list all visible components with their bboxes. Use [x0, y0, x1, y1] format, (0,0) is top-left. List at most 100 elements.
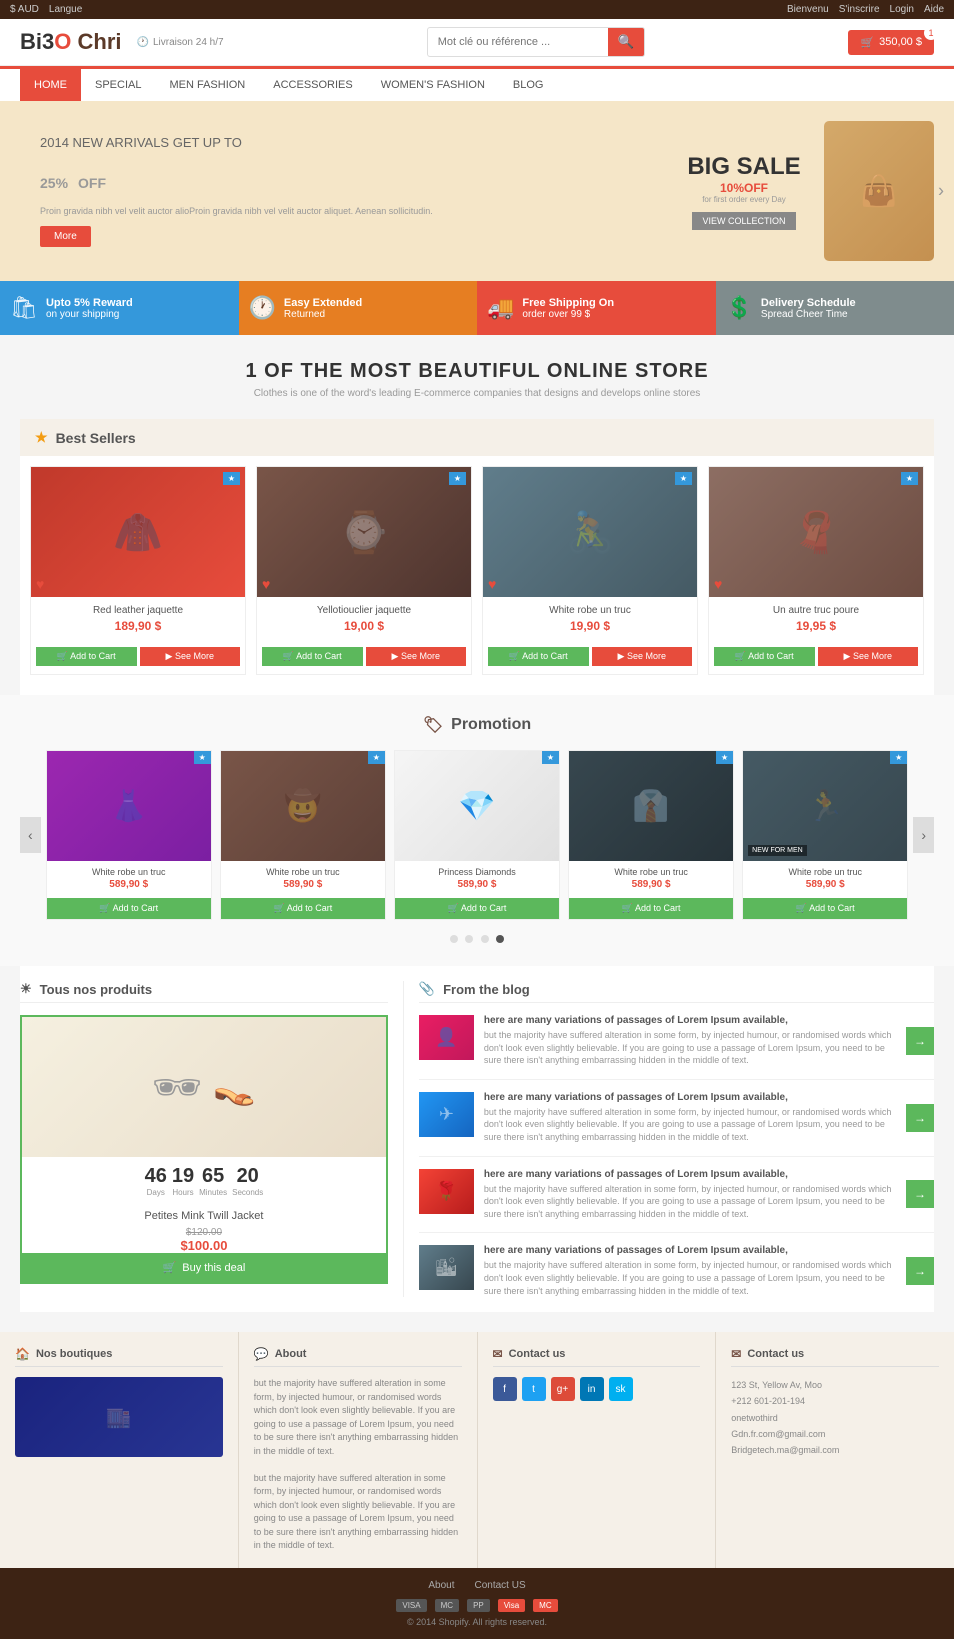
promo-add-cart-button[interactable]: 🛒 Add to Cart: [743, 898, 907, 919]
dot-1[interactable]: [450, 935, 458, 943]
promo-add-cart-button[interactable]: 🛒 Add to Cart: [221, 898, 385, 919]
product-info: Un autre truc poure 19,95 $: [709, 597, 923, 647]
search-input[interactable]: [428, 31, 608, 53]
product-name: Red leather jaquette: [39, 605, 237, 616]
nos-produits-section: ☀ Tous nos produits 🕶 👡 46 Days 19 Hours: [20, 981, 404, 1297]
signin-link[interactable]: S'inscrire: [839, 4, 880, 15]
product-name: Un autre truc poure: [717, 605, 915, 616]
carousel-next-button[interactable]: ›: [913, 817, 934, 853]
blog-read-more-button[interactable]: →: [906, 1027, 934, 1055]
promo-add-cart-button[interactable]: 🛒 Add to Cart: [569, 898, 733, 919]
nav-blog[interactable]: BLOG: [499, 69, 558, 101]
promo-price: 589,90 $: [749, 879, 901, 890]
product-image: ⌚ ★ ♥: [257, 467, 471, 597]
blog-title: here are many variations of passages of …: [484, 1169, 896, 1180]
feature-reward: 🛍 Upto 5% Rewardon your shipping: [0, 281, 239, 335]
top-bar-left: $ AUD Langue: [10, 4, 82, 15]
add-to-cart-button[interactable]: 🛒 Add to Cart: [488, 647, 589, 666]
facebook-icon[interactable]: f: [493, 1377, 517, 1401]
blog-text: but the majority have suffered alteratio…: [484, 1183, 896, 1221]
blog-read-more-button[interactable]: →: [906, 1180, 934, 1208]
login-link[interactable]: Login: [890, 4, 914, 15]
feature-shipping: 🚚 Free Shipping Onorder over 99 $: [477, 281, 716, 335]
feature-delivery-text: Delivery ScheduleSpread Cheer Time: [761, 297, 856, 320]
search-button[interactable]: 🔍: [608, 28, 645, 56]
see-more-button[interactable]: ▶ See More: [140, 647, 241, 666]
blog-text: but the majority have suffered alteratio…: [484, 1259, 896, 1297]
promo-info: White robe un truc 589,90 $: [47, 861, 211, 898]
deal-name: Petites Mink Twill Jacket: [22, 1205, 386, 1227]
add-to-cart-button[interactable]: 🛒 Add to Cart: [36, 647, 137, 666]
promo-badge: ★: [890, 751, 907, 764]
home-icon: 🏠: [15, 1347, 30, 1361]
timer-hours: 19 Hours: [172, 1165, 194, 1197]
product-card: ⌚ ★ ♥ Yellotiouclier jaquette 19,00 $ 🛒 …: [256, 466, 472, 675]
promo-image: ★ 👔: [569, 751, 733, 861]
middle-sections: ☀ Tous nos produits 🕶 👡 46 Days 19 Hours: [20, 966, 934, 1312]
promo-add-cart-button[interactable]: 🛒 Add to Cart: [47, 898, 211, 919]
footer-contact-title: Contact us: [509, 1348, 566, 1360]
nav-special[interactable]: SPECIAL: [81, 69, 155, 101]
promo-add-cart-button[interactable]: 🛒 Add to Cart: [395, 898, 559, 919]
search-bar: 🔍: [427, 27, 646, 57]
add-to-cart-button[interactable]: 🛒 Add to Cart: [262, 647, 363, 666]
footer-about-link[interactable]: About: [428, 1580, 454, 1591]
see-more-button[interactable]: ▶ See More: [592, 647, 693, 666]
add-to-cart-button[interactable]: 🛒 Add to Cart: [714, 647, 815, 666]
delivery-info: 🕐 Livraison 24 h/7: [137, 37, 224, 48]
product-actions: 🛒 Add to Cart ▶ See More: [31, 647, 245, 674]
blog-read-more-button[interactable]: →: [906, 1104, 934, 1132]
product-heart-icon[interactable]: ♥: [714, 576, 722, 592]
timer-minutes-label: Minutes: [199, 1188, 227, 1197]
blog-item: 🌹 here are many variations of passages o…: [419, 1169, 934, 1234]
nav-womens-fashion[interactable]: WOMEN'S FASHION: [367, 69, 499, 101]
skype-icon[interactable]: sk: [609, 1377, 633, 1401]
cart-icon: 🛒: [163, 1261, 177, 1274]
currency-selector[interactable]: $ AUD: [10, 4, 39, 15]
view-collection-button[interactable]: VIEW COLLECTION: [692, 212, 795, 230]
blog-image: 👤: [419, 1015, 474, 1060]
footer-links: About Contact US: [12, 1580, 942, 1591]
product-price: 19,95 $: [717, 619, 915, 633]
footer-contact-link[interactable]: Contact US: [475, 1580, 526, 1591]
nav-accessories[interactable]: ACCESSORIES: [259, 69, 366, 101]
main-title: 1 OF THE MOST BEAUTIFUL ONLINE STORE: [0, 335, 954, 388]
twitter-icon[interactable]: t: [522, 1377, 546, 1401]
nav-men-fashion[interactable]: MEN FASHION: [155, 69, 259, 101]
hero-bag-image: 👜: [824, 121, 934, 261]
help-link[interactable]: Aide: [924, 4, 944, 15]
nos-produits-header: ☀ Tous nos produits: [20, 981, 388, 1003]
product-heart-icon[interactable]: ♥: [488, 576, 496, 592]
nav-home[interactable]: HOME: [20, 69, 81, 101]
see-more-button[interactable]: ▶ See More: [366, 647, 467, 666]
timer-days: 46 Days: [145, 1165, 167, 1197]
tag-icon: 🏷: [423, 715, 443, 735]
blog-image: ✈: [419, 1092, 474, 1137]
see-more-button[interactable]: ▶ See More: [818, 647, 919, 666]
promo-name: White robe un truc: [53, 867, 205, 877]
linkedin-icon[interactable]: in: [580, 1377, 604, 1401]
dot-4[interactable]: [496, 935, 504, 943]
dot-2[interactable]: [465, 935, 473, 943]
blog-read-more-button[interactable]: →: [906, 1257, 934, 1285]
footer-nos-boutiques-title: Nos boutiques: [36, 1348, 112, 1360]
language-selector[interactable]: Langue: [49, 4, 82, 15]
envelope-icon: ✉: [493, 1347, 503, 1361]
hero-more-button[interactable]: More: [40, 226, 91, 247]
carousel-prev-button[interactable]: ‹: [20, 817, 41, 853]
googleplus-icon[interactable]: g+: [551, 1377, 575, 1401]
hero-next-arrow[interactable]: ›: [938, 181, 944, 202]
timer-seconds-value: 20: [232, 1165, 263, 1188]
product-heart-icon[interactable]: ♥: [262, 576, 270, 592]
bienvenu-link[interactable]: Bienvenu: [787, 4, 829, 15]
buy-deal-label: Buy this deal: [182, 1262, 245, 1274]
promo-items: ★ 👗 White robe un truc 589,90 $ 🛒 Add to…: [46, 750, 909, 920]
promo-card: ★ 🤠 White robe un truc 589,90 $ 🛒 Add to…: [220, 750, 386, 920]
dot-3[interactable]: [481, 935, 489, 943]
product-heart-icon[interactable]: ♥: [36, 576, 44, 592]
reward-icon: 🛍: [10, 295, 38, 321]
cart-button[interactable]: 🛒 350,00 $ 1: [848, 30, 934, 55]
product-price: 19,90 $: [491, 619, 689, 633]
best-sellers-header: ★ Best Sellers: [20, 419, 934, 456]
buy-deal-button[interactable]: 🛒 Buy this deal: [22, 1253, 386, 1282]
